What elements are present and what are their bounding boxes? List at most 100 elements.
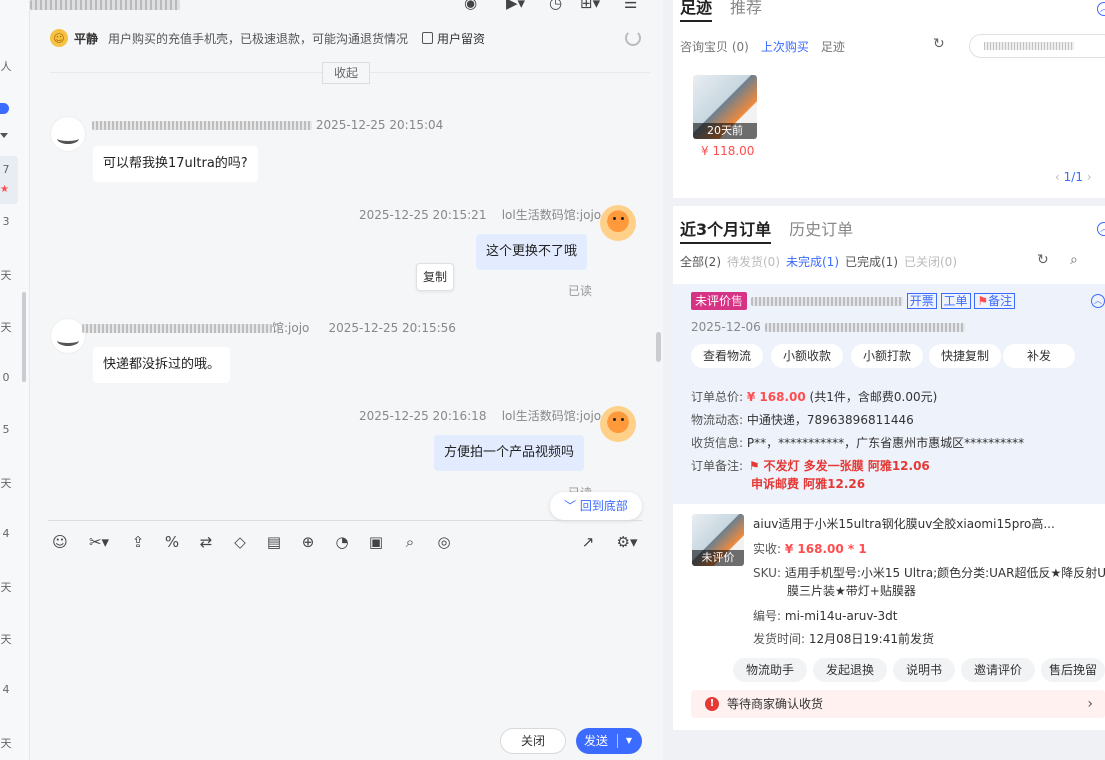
message-bubble[interactable]: 快递都没拆过的哦。 <box>93 347 231 383</box>
customer-avatar[interactable] <box>50 318 86 354</box>
voice-icon[interactable]: ◉ <box>464 0 477 12</box>
start-return-button[interactable]: 发起退换 <box>813 658 887 682</box>
view-logistics-button[interactable]: 查看物流 <box>691 344 763 368</box>
filter-all[interactable]: 全部(2) <box>680 253 721 270</box>
template-icon[interactable]: ▣ <box>366 532 386 552</box>
order-status-text: 等待商家确认收货 <box>727 697 824 711</box>
caret-down-icon[interactable] <box>0 133 8 138</box>
refresh-icon[interactable]: ↻ <box>1037 252 1049 268</box>
quick-reply-icon[interactable]: ◔ <box>332 532 352 552</box>
item-thumbnail[interactable]: 未评价 <box>692 514 744 566</box>
pager[interactable]: ‹ 1/1 › <box>1055 170 1092 184</box>
message-sender: lol生活数码馆:jojo <box>501 409 602 423</box>
resend-button[interactable]: 补发 <box>1003 344 1075 368</box>
history-icon[interactable]: ◷ <box>549 0 562 12</box>
message-bubble[interactable]: 方便拍一个产品视频吗 <box>434 435 585 471</box>
customer-name-redacted <box>92 121 312 130</box>
more-icon[interactable]: ⚙▾ <box>610 532 644 552</box>
customer-avatar[interactable] <box>50 116 86 152</box>
copy-button[interactable]: 复制 <box>416 263 454 291</box>
filter-closed[interactable]: 已关闭(0) <box>904 253 957 270</box>
message-bubble[interactable]: 这个更换不了哦 <box>476 234 588 270</box>
next-page-icon[interactable]: › <box>1087 170 1092 184</box>
customer-name-redacted <box>30 0 180 10</box>
send-button[interactable]: 发送 ▼ <box>576 728 642 754</box>
collapse-up-icon[interactable]: ︿ <box>1097 2 1105 16</box>
menu-icon[interactable]: ☰ <box>624 0 637 12</box>
pager-label: 1/1 <box>1063 170 1083 184</box>
conversation-scrollbar[interactable] <box>22 292 26 382</box>
order-logistics: 物流动态: 中通快递，78963896811446 <box>691 413 914 427</box>
search-icon[interactable]: ⌕ <box>1070 252 1078 268</box>
filter-wait-ship[interactable]: 待发货(0) <box>727 253 780 270</box>
close-button[interactable]: 关闭 <box>500 728 566 754</box>
invite-review-button[interactable]: 邀请评价 <box>961 658 1035 682</box>
product-thumbnail[interactable]: 20天前 <box>693 75 757 139</box>
prev-page-icon[interactable]: ‹ <box>1055 170 1060 184</box>
product-card-icon[interactable]: ⊕ <box>298 532 318 552</box>
after-sale-retain-button[interactable]: 售后挽留 <box>1041 658 1105 682</box>
logistics-helper-button[interactable]: 物流助手 <box>733 658 807 682</box>
add-icon[interactable]: ⊞▾ <box>580 0 600 12</box>
unrated-badge: 未评价售 <box>691 292 748 310</box>
chat-scrollbar[interactable] <box>656 332 661 362</box>
subtab-consult[interactable]: 咨询宝贝 (0) <box>680 38 749 55</box>
filter-done[interactable]: 已完成(1) <box>845 253 898 270</box>
chevron-right-icon[interactable]: › <box>1087 690 1093 718</box>
agent-avatar <box>600 406 636 442</box>
coupon-icon[interactable]: ◇ <box>230 532 250 552</box>
product-price: ¥ 118.00 <box>701 144 755 158</box>
collapse-button[interactable]: 收起 <box>322 62 370 84</box>
search-goods-icon[interactable]: ⌕ <box>400 532 420 552</box>
small-pay-button[interactable]: 小额打款 <box>851 344 923 368</box>
tab-footprint[interactable]: 足迹 <box>680 0 713 22</box>
manual-button[interactable]: 说明书 <box>893 658 955 682</box>
emoji-icon[interactable]: ☺ <box>50 532 70 552</box>
message-bubble[interactable]: 可以帮我换17ultra的吗? <box>93 146 258 182</box>
invoice-link[interactable]: 开票 <box>906 293 937 309</box>
back-to-bottom-button[interactable]: ﹀ 回到底部 <box>550 492 642 520</box>
subtab-last-purchase[interactable]: 上次购买 <box>761 38 809 55</box>
quick-copy-button[interactable]: 快捷复制 <box>929 344 1001 368</box>
tracking-number[interactable]: 中通快递，78963896811446 <box>747 413 914 427</box>
tab-history-orders[interactable]: 历史订单 <box>789 216 853 244</box>
scissors-icon[interactable]: ✂▾ <box>84 532 114 552</box>
subtab-footprint[interactable]: 足迹 <box>821 38 845 55</box>
form-icon[interactable]: ▤ <box>264 532 284 552</box>
collapse-up-icon[interactable]: ︿ <box>1091 294 1105 308</box>
filter-unfinished[interactable]: 未完成(1) <box>786 253 839 270</box>
notice-text: 用户购买的充值手机壳，已极速退款，可能沟通退货情况 <box>108 31 409 46</box>
video-icon[interactable]: ▶▾ <box>506 0 525 12</box>
collapse-up-icon[interactable]: ︿ <box>1097 222 1105 236</box>
caret-down-icon[interactable]: ▼ <box>626 728 632 754</box>
ticket-link[interactable]: 工单 <box>940 293 971 309</box>
message-meta: 馆:jojo 2025-12-25 20:15:56 <box>82 319 456 336</box>
message-time: 2025-12-25 20:15:21 <box>359 208 487 222</box>
exchange-icon[interactable]: ⇄ <box>196 532 216 552</box>
user-leave-info-button[interactable]: 用户留资 <box>422 30 485 47</box>
footprint-search-input[interactable] <box>969 34 1105 58</box>
tab-recent-orders[interactable]: 近3个月订单 <box>680 216 772 244</box>
small-collect-button[interactable]: 小额收款 <box>771 344 843 368</box>
tab-recommend[interactable]: 推荐 <box>730 0 762 22</box>
order-status-bar[interactable]: ! 等待商家确认收货 › <box>691 690 1105 718</box>
discount-icon[interactable]: % <box>162 532 182 552</box>
strip-label: 天 <box>0 581 12 594</box>
upload-icon[interactable]: ⇪ <box>128 532 148 552</box>
item-title[interactable]: aiuv适用于小米15ultra钢化膜uv全胶xiaomi15pro高... <box>753 515 1055 532</box>
strip-label: 0 <box>2 371 10 384</box>
share-icon[interactable]: ↗ <box>578 532 598 552</box>
read-status: 已读 <box>568 484 592 492</box>
refresh-icon[interactable]: ↻ <box>933 36 945 52</box>
item-sku-line2: 膜三片装★带灯+贴膜器 <box>787 584 916 598</box>
chat-panel: ◉ ▶▾ ◷ ⊞▾ ☰ ☺ 平静 用户购买的充值手机壳，已极速退款，可能沟通退货… <box>22 0 663 760</box>
item-ship-time: 发货时间: 12月08日19:41前发货 <box>753 632 934 646</box>
settings-icon[interactable]: ◎ <box>434 532 454 552</box>
order-remark: 订单备注: ⚑ 不发灯 多发一张膜 阿雅12.06 <box>691 459 930 473</box>
order-tabs: 近3个月订单 历史订单 <box>680 216 853 244</box>
strip-label: 4 <box>2 683 10 696</box>
order-date: 2025-12-06 <box>691 320 965 334</box>
customer-notice: ☺ 平静 用户购买的充值手机壳，已极速退款，可能沟通退货情况 用户留资 <box>30 26 663 50</box>
note-link[interactable]: ⚑备注 <box>974 293 1016 309</box>
viewed-time-tag: 20天前 <box>693 123 757 139</box>
